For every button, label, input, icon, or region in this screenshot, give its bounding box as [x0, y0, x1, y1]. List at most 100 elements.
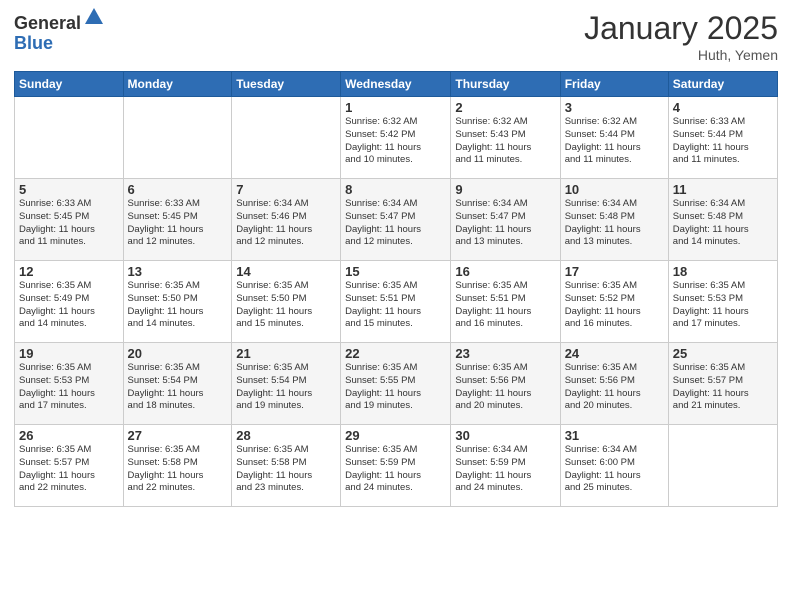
day-number: 6	[128, 182, 228, 197]
calendar-cell: 11Sunrise: 6:34 AM Sunset: 5:48 PM Dayli…	[668, 179, 777, 261]
day-info: Sunrise: 6:33 AM Sunset: 5:45 PM Dayligh…	[19, 198, 119, 249]
day-number: 18	[673, 264, 773, 279]
calendar-cell: 31Sunrise: 6:34 AM Sunset: 6:00 PM Dayli…	[560, 425, 668, 507]
day-number: 19	[19, 346, 119, 361]
calendar-cell: 27Sunrise: 6:35 AM Sunset: 5:58 PM Dayli…	[123, 425, 232, 507]
calendar-cell: 18Sunrise: 6:35 AM Sunset: 5:53 PM Dayli…	[668, 261, 777, 343]
day-info: Sunrise: 6:35 AM Sunset: 5:58 PM Dayligh…	[236, 444, 336, 495]
day-info: Sunrise: 6:35 AM Sunset: 5:54 PM Dayligh…	[128, 362, 228, 413]
day-info: Sunrise: 6:35 AM Sunset: 5:57 PM Dayligh…	[673, 362, 773, 413]
day-number: 28	[236, 428, 336, 443]
day-number: 25	[673, 346, 773, 361]
calendar-cell: 5Sunrise: 6:33 AM Sunset: 5:45 PM Daylig…	[15, 179, 124, 261]
day-info: Sunrise: 6:35 AM Sunset: 5:50 PM Dayligh…	[236, 280, 336, 331]
day-info: Sunrise: 6:35 AM Sunset: 5:56 PM Dayligh…	[565, 362, 664, 413]
weekday-header-wednesday: Wednesday	[341, 72, 451, 97]
day-number: 11	[673, 182, 773, 197]
calendar-cell: 23Sunrise: 6:35 AM Sunset: 5:56 PM Dayli…	[451, 343, 560, 425]
weekday-header-tuesday: Tuesday	[232, 72, 341, 97]
calendar-table: SundayMondayTuesdayWednesdayThursdayFrid…	[14, 71, 778, 507]
day-number: 1	[345, 100, 446, 115]
day-info: Sunrise: 6:35 AM Sunset: 5:49 PM Dayligh…	[19, 280, 119, 331]
day-info: Sunrise: 6:34 AM Sunset: 5:46 PM Dayligh…	[236, 198, 336, 249]
calendar-week-4: 19Sunrise: 6:35 AM Sunset: 5:53 PM Dayli…	[15, 343, 778, 425]
day-info: Sunrise: 6:35 AM Sunset: 5:50 PM Dayligh…	[128, 280, 228, 331]
day-info: Sunrise: 6:35 AM Sunset: 5:56 PM Dayligh…	[455, 362, 555, 413]
day-number: 24	[565, 346, 664, 361]
calendar-cell: 17Sunrise: 6:35 AM Sunset: 5:52 PM Dayli…	[560, 261, 668, 343]
calendar-cell: 10Sunrise: 6:34 AM Sunset: 5:48 PM Dayli…	[560, 179, 668, 261]
day-info: Sunrise: 6:35 AM Sunset: 5:51 PM Dayligh…	[455, 280, 555, 331]
day-number: 27	[128, 428, 228, 443]
day-number: 23	[455, 346, 555, 361]
weekday-header-saturday: Saturday	[668, 72, 777, 97]
day-number: 29	[345, 428, 446, 443]
calendar-cell	[15, 97, 124, 179]
day-info: Sunrise: 6:32 AM Sunset: 5:42 PM Dayligh…	[345, 116, 446, 167]
day-info: Sunrise: 6:34 AM Sunset: 5:47 PM Dayligh…	[455, 198, 555, 249]
day-info: Sunrise: 6:34 AM Sunset: 5:59 PM Dayligh…	[455, 444, 555, 495]
day-number: 16	[455, 264, 555, 279]
day-info: Sunrise: 6:35 AM Sunset: 5:53 PM Dayligh…	[673, 280, 773, 331]
day-number: 7	[236, 182, 336, 197]
day-number: 31	[565, 428, 664, 443]
logo-icon	[83, 6, 105, 28]
logo: General Blue	[14, 14, 105, 54]
page-header: General Blue January 2025 Huth, Yemen	[14, 10, 778, 63]
calendar-cell: 28Sunrise: 6:35 AM Sunset: 5:58 PM Dayli…	[232, 425, 341, 507]
day-number: 8	[345, 182, 446, 197]
day-number: 22	[345, 346, 446, 361]
calendar-cell	[123, 97, 232, 179]
day-number: 10	[565, 182, 664, 197]
calendar-cell: 4Sunrise: 6:33 AM Sunset: 5:44 PM Daylig…	[668, 97, 777, 179]
calendar-cell: 14Sunrise: 6:35 AM Sunset: 5:50 PM Dayli…	[232, 261, 341, 343]
day-number: 15	[345, 264, 446, 279]
calendar-cell: 19Sunrise: 6:35 AM Sunset: 5:53 PM Dayli…	[15, 343, 124, 425]
day-info: Sunrise: 6:33 AM Sunset: 5:45 PM Dayligh…	[128, 198, 228, 249]
calendar-cell: 8Sunrise: 6:34 AM Sunset: 5:47 PM Daylig…	[341, 179, 451, 261]
title-block: January 2025 Huth, Yemen	[584, 10, 778, 63]
day-info: Sunrise: 6:32 AM Sunset: 5:44 PM Dayligh…	[565, 116, 664, 167]
day-number: 26	[19, 428, 119, 443]
weekday-header-monday: Monday	[123, 72, 232, 97]
day-info: Sunrise: 6:35 AM Sunset: 5:55 PM Dayligh…	[345, 362, 446, 413]
calendar-week-1: 1Sunrise: 6:32 AM Sunset: 5:42 PM Daylig…	[15, 97, 778, 179]
day-number: 21	[236, 346, 336, 361]
weekday-header-thursday: Thursday	[451, 72, 560, 97]
logo-blue-text: Blue	[14, 34, 105, 54]
calendar-cell: 25Sunrise: 6:35 AM Sunset: 5:57 PM Dayli…	[668, 343, 777, 425]
day-number: 30	[455, 428, 555, 443]
location-text: Huth, Yemen	[584, 47, 778, 63]
calendar-cell: 2Sunrise: 6:32 AM Sunset: 5:43 PM Daylig…	[451, 97, 560, 179]
day-info: Sunrise: 6:35 AM Sunset: 5:51 PM Dayligh…	[345, 280, 446, 331]
day-info: Sunrise: 6:35 AM Sunset: 5:54 PM Dayligh…	[236, 362, 336, 413]
day-info: Sunrise: 6:35 AM Sunset: 5:59 PM Dayligh…	[345, 444, 446, 495]
month-title: January 2025	[584, 10, 778, 47]
weekday-header-row: SundayMondayTuesdayWednesdayThursdayFrid…	[15, 72, 778, 97]
weekday-header-friday: Friday	[560, 72, 668, 97]
calendar-cell: 15Sunrise: 6:35 AM Sunset: 5:51 PM Dayli…	[341, 261, 451, 343]
calendar-cell	[668, 425, 777, 507]
calendar-cell: 24Sunrise: 6:35 AM Sunset: 5:56 PM Dayli…	[560, 343, 668, 425]
calendar-cell: 13Sunrise: 6:35 AM Sunset: 5:50 PM Dayli…	[123, 261, 232, 343]
calendar-cell: 21Sunrise: 6:35 AM Sunset: 5:54 PM Dayli…	[232, 343, 341, 425]
calendar-week-3: 12Sunrise: 6:35 AM Sunset: 5:49 PM Dayli…	[15, 261, 778, 343]
calendar-cell: 6Sunrise: 6:33 AM Sunset: 5:45 PM Daylig…	[123, 179, 232, 261]
day-info: Sunrise: 6:33 AM Sunset: 5:44 PM Dayligh…	[673, 116, 773, 167]
page-container: General Blue January 2025 Huth, Yemen Su…	[0, 0, 792, 612]
day-info: Sunrise: 6:32 AM Sunset: 5:43 PM Dayligh…	[455, 116, 555, 167]
calendar-week-5: 26Sunrise: 6:35 AM Sunset: 5:57 PM Dayli…	[15, 425, 778, 507]
day-info: Sunrise: 6:35 AM Sunset: 5:57 PM Dayligh…	[19, 444, 119, 495]
calendar-cell: 26Sunrise: 6:35 AM Sunset: 5:57 PM Dayli…	[15, 425, 124, 507]
calendar-cell: 3Sunrise: 6:32 AM Sunset: 5:44 PM Daylig…	[560, 97, 668, 179]
calendar-cell: 30Sunrise: 6:34 AM Sunset: 5:59 PM Dayli…	[451, 425, 560, 507]
calendar-cell: 20Sunrise: 6:35 AM Sunset: 5:54 PM Dayli…	[123, 343, 232, 425]
day-number: 4	[673, 100, 773, 115]
calendar-cell: 9Sunrise: 6:34 AM Sunset: 5:47 PM Daylig…	[451, 179, 560, 261]
day-info: Sunrise: 6:34 AM Sunset: 6:00 PM Dayligh…	[565, 444, 664, 495]
day-number: 5	[19, 182, 119, 197]
day-number: 2	[455, 100, 555, 115]
day-number: 9	[455, 182, 555, 197]
calendar-cell	[232, 97, 341, 179]
day-number: 3	[565, 100, 664, 115]
